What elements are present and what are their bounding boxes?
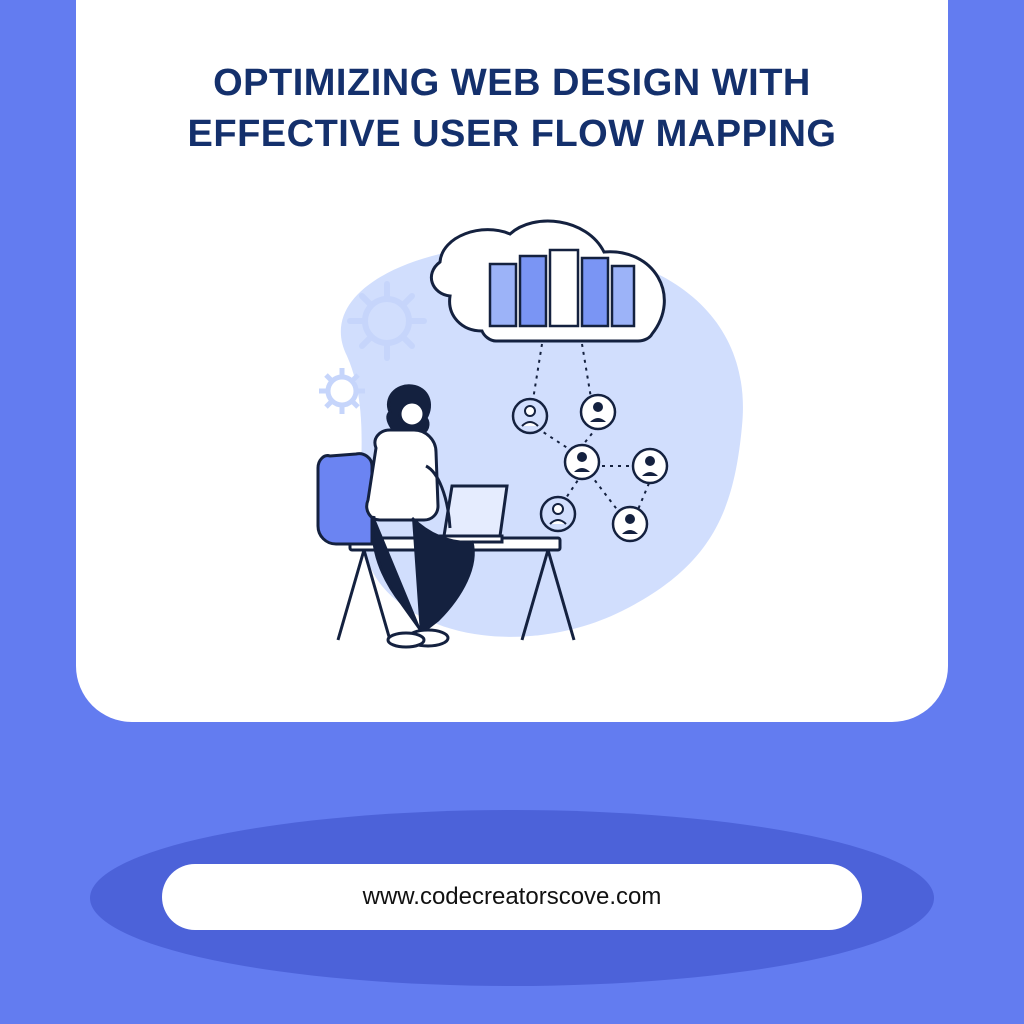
user-node [513, 399, 547, 433]
footer-url: www.codecreatorscove.com [363, 883, 662, 911]
title-line-1: OPTIMIZING WEB DESIGN WITH [213, 62, 811, 104]
title-line-2: EFFECTIVE USER FLOW MAPPING [188, 113, 837, 155]
hero-illustration [252, 216, 772, 696]
chair-icon [318, 454, 372, 544]
content-card: OPTIMIZING WEB DESIGN WITH EFFECTIVE USE… [76, 0, 948, 722]
user-node [565, 445, 599, 479]
user-node [581, 395, 615, 429]
cloud-server-icon [431, 221, 664, 341]
user-node [633, 449, 667, 483]
user-node [613, 507, 647, 541]
user-node [541, 497, 575, 531]
page-title: OPTIMIZING WEB DESIGN WITH EFFECTIVE USE… [116, 58, 908, 161]
url-pill: www.codecreatorscove.com [162, 864, 862, 930]
